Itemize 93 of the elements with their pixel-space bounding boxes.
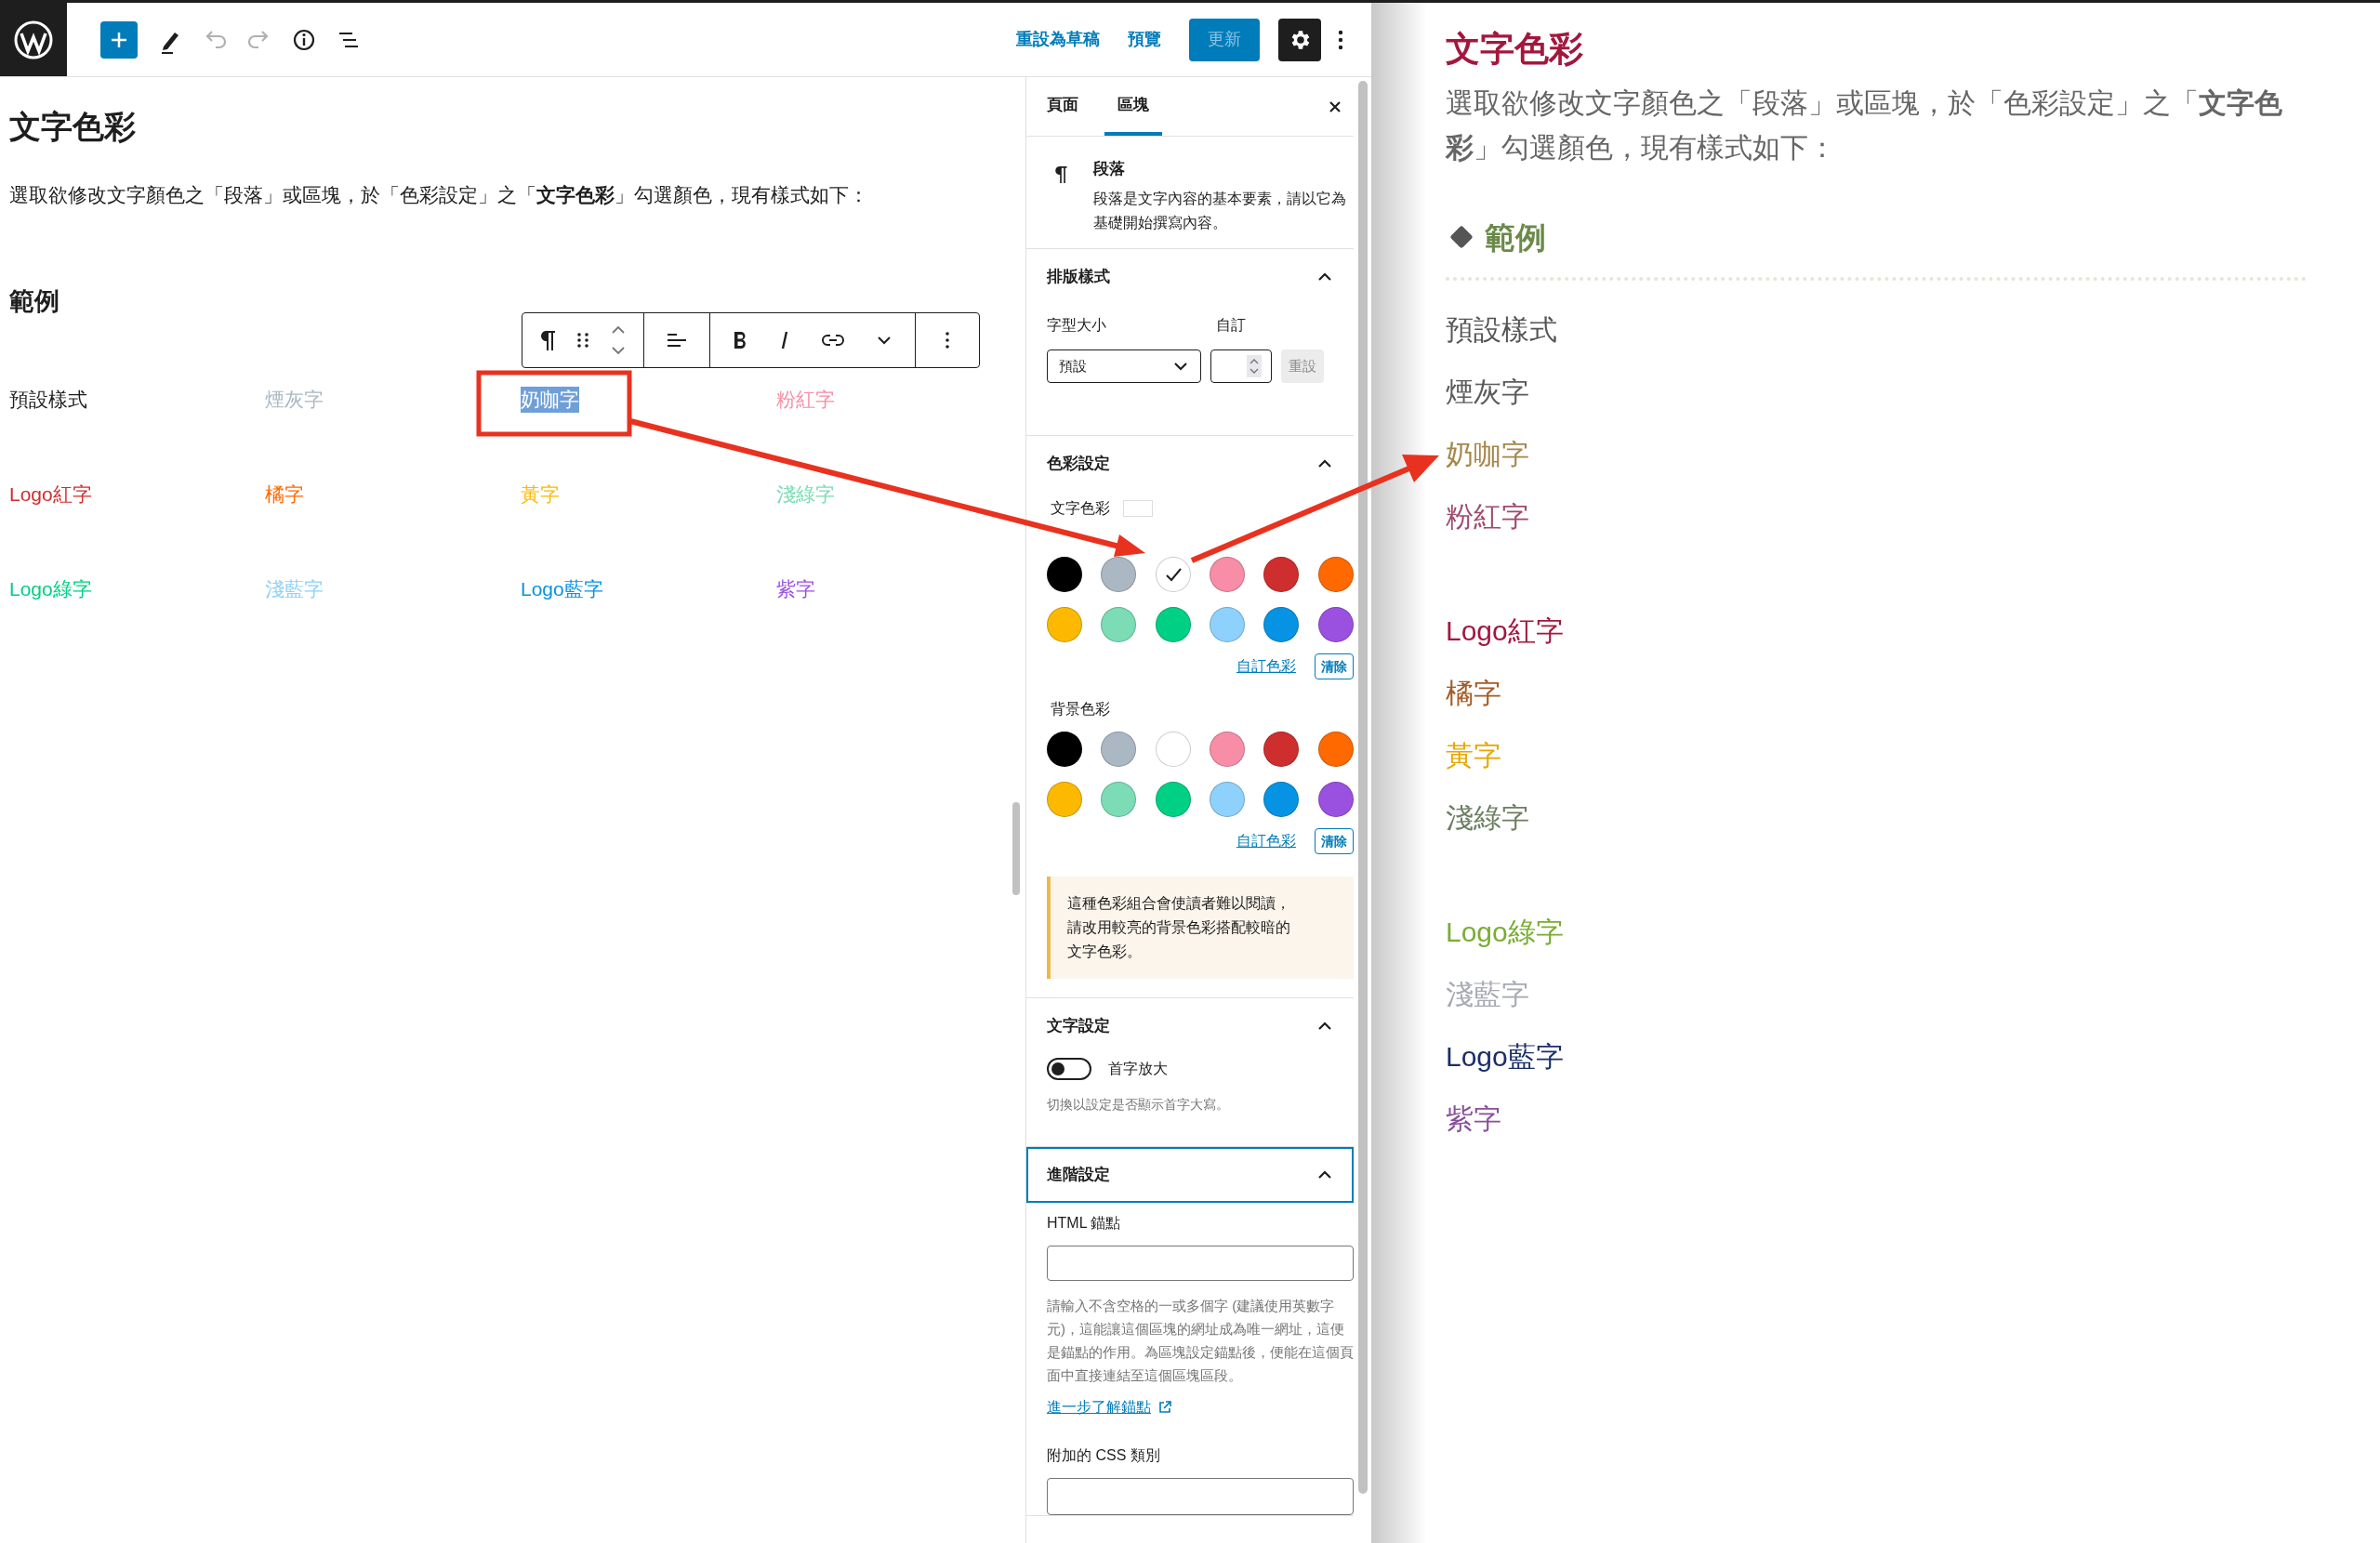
sample-text: 淺綠字 xyxy=(1446,801,1529,835)
toolbar-link[interactable]: 重設為草稿 xyxy=(1016,27,1100,52)
page-title: 文字色彩 xyxy=(1446,29,1584,70)
add-block-button[interactable] xyxy=(100,20,138,59)
logo-tile[interactable] xyxy=(0,3,67,76)
color-swatch[interactable] xyxy=(1101,557,1137,592)
sample-text: 淺藍字 xyxy=(1446,978,1529,1011)
logo-icon xyxy=(13,19,54,60)
color-swatch[interactable] xyxy=(1263,732,1300,767)
heading: 範例 xyxy=(9,285,60,317)
anchor-input[interactable] xyxy=(1047,1246,1354,1281)
settings-button[interactable] xyxy=(1278,18,1321,61)
sample-text: 粉紅字 xyxy=(776,388,835,412)
sample-text: 奶咖字 xyxy=(1446,438,1529,471)
help-text: 請輸入不含空格的一或多個字 (建議使用英數字元)，這能讓這個區塊的網址成為唯一網址，這便是錨點的作用。為區塊設定錨點後，便能在這個頁面中直接連結至這個區塊區段。 xyxy=(1047,1297,1354,1385)
color-swatch[interactable] xyxy=(1155,607,1191,642)
color-swatch[interactable] xyxy=(1155,557,1191,592)
warning-notice: 這種色彩組合會使讀者難以閱讀，請改用較亮的背景色彩搭配較暗的文字色彩。 xyxy=(1047,877,1354,979)
color-swatch[interactable] xyxy=(1047,607,1082,642)
tab[interactable]: 頁面 xyxy=(1034,77,1091,136)
panel-header[interactable]: 文字設定 xyxy=(1026,998,1354,1054)
clear-button[interactable]: 清除 xyxy=(1315,828,1354,854)
color-swatch[interactable] xyxy=(1047,732,1082,767)
sample-text: 預設樣式 xyxy=(1446,313,1557,347)
sample-text: 預設樣式 xyxy=(9,388,87,412)
field-label: 字型大小 xyxy=(1047,316,1107,335)
paragraph: 選取欲修改文字顏色之「段落」或區塊，於「色彩設定」之「文字色彩」勾選顏色，現有樣式如下： xyxy=(1446,86,2283,165)
color-swatch[interactable] xyxy=(1047,782,1082,817)
block-description: 段落是文字內容的基本要素，請以它為基礎開始撰寫內容。 xyxy=(1093,189,1347,232)
color-swatch[interactable] xyxy=(1210,782,1245,817)
sample-text: 奶咖字 xyxy=(521,388,579,412)
field-label: 自訂 xyxy=(1216,316,1246,335)
sample-text: 黃字 xyxy=(1446,739,1501,772)
sample-text: Logo藍字 xyxy=(1446,1040,1564,1074)
number-input[interactable] xyxy=(1210,349,1272,383)
sample-text: 橘字 xyxy=(1446,677,1501,710)
post-title[interactable]: 文字色彩 xyxy=(9,103,1009,151)
color-swatch[interactable] xyxy=(1155,782,1191,817)
reset-button[interactable]: 重設 xyxy=(1281,349,1324,383)
field-label: HTML 錨點 xyxy=(1047,1214,1122,1233)
toggle-label: 首字放大 xyxy=(1108,1060,1168,1078)
color-swatch[interactable] xyxy=(1263,557,1300,592)
scrollbar-thumb[interactable] xyxy=(1358,81,1368,1494)
external-link-icon xyxy=(1157,1399,1173,1416)
sample-text: Logo紅字 xyxy=(9,482,92,507)
sample-text: 黃字 xyxy=(521,482,560,507)
sample-text: Logo藍字 xyxy=(521,577,603,601)
custom-color-link[interactable]: 自訂色彩 xyxy=(1236,830,1296,852)
color-swatch[interactable] xyxy=(1317,557,1354,592)
block-name: 段落 xyxy=(1093,159,1126,179)
color-swatch[interactable] xyxy=(1101,607,1137,642)
sample-text: 煙灰字 xyxy=(1446,376,1529,409)
color-swatch[interactable] xyxy=(1101,732,1137,767)
sample-text: 淺綠字 xyxy=(776,482,835,507)
css-class-input[interactable] xyxy=(1047,1478,1354,1515)
color-swatch[interactable] xyxy=(1317,607,1354,642)
color-swatch[interactable] xyxy=(1155,732,1191,767)
help-text: 切換以設定是否顯示首字大寫。 xyxy=(1047,1096,1230,1114)
spinner-icon xyxy=(1247,355,1262,377)
sample-text: 淺藍字 xyxy=(265,577,324,601)
color-swatch[interactable] xyxy=(1101,782,1137,817)
clear-button[interactable]: 清除 xyxy=(1315,653,1354,679)
panel-header[interactable]: 進階設定 xyxy=(1026,1147,1354,1203)
sample-text: 紫字 xyxy=(776,577,815,601)
heading: 範例 xyxy=(1485,218,1546,257)
font-size-select[interactable]: 預設 xyxy=(1047,349,1201,383)
color-swatch[interactable] xyxy=(1047,557,1082,592)
custom-color-link[interactable]: 自訂色彩 xyxy=(1236,655,1296,678)
sample-text: Logo綠字 xyxy=(1446,916,1564,949)
field-label: 背景色彩 xyxy=(1051,700,1110,719)
sample-text: 紫字 xyxy=(1446,1102,1501,1136)
color-swatch[interactable] xyxy=(1210,557,1245,592)
field-label: 文字色彩 xyxy=(1051,499,1110,518)
color-swatch[interactable] xyxy=(1263,607,1300,642)
color-swatch[interactable] xyxy=(1317,782,1354,817)
sample-text: Logo紅字 xyxy=(1446,614,1564,648)
color-swatch[interactable] xyxy=(1317,732,1354,767)
panel-header[interactable]: 排版樣式 xyxy=(1026,249,1354,305)
color-swatch[interactable] xyxy=(1210,607,1245,642)
sample-text: 煙灰字 xyxy=(265,388,324,412)
sample-text: 橘字 xyxy=(265,482,304,507)
color-swatch[interactable] xyxy=(1210,732,1245,767)
tab[interactable]: 區塊 xyxy=(1104,77,1162,136)
sample-text: 粉紅字 xyxy=(1446,500,1529,534)
toggle-switch[interactable] xyxy=(1047,1058,1091,1080)
toolbar-link[interactable]: 預覽 xyxy=(1128,27,1161,52)
scrollbar-thumb[interactable] xyxy=(1012,802,1020,895)
paragraph: 選取欲修改文字顏色之「段落」或區塊，於「色彩設定」之「文字色彩」勾選顏色，現有樣式如下： xyxy=(9,183,869,207)
field-label: 附加的 CSS 類別 xyxy=(1047,1446,1161,1465)
panel-header[interactable]: 色彩設定 xyxy=(1026,436,1354,492)
color-swatch[interactable] xyxy=(1263,782,1300,817)
sample-text: Logo綠字 xyxy=(9,577,92,601)
color-indicator xyxy=(1123,500,1153,517)
